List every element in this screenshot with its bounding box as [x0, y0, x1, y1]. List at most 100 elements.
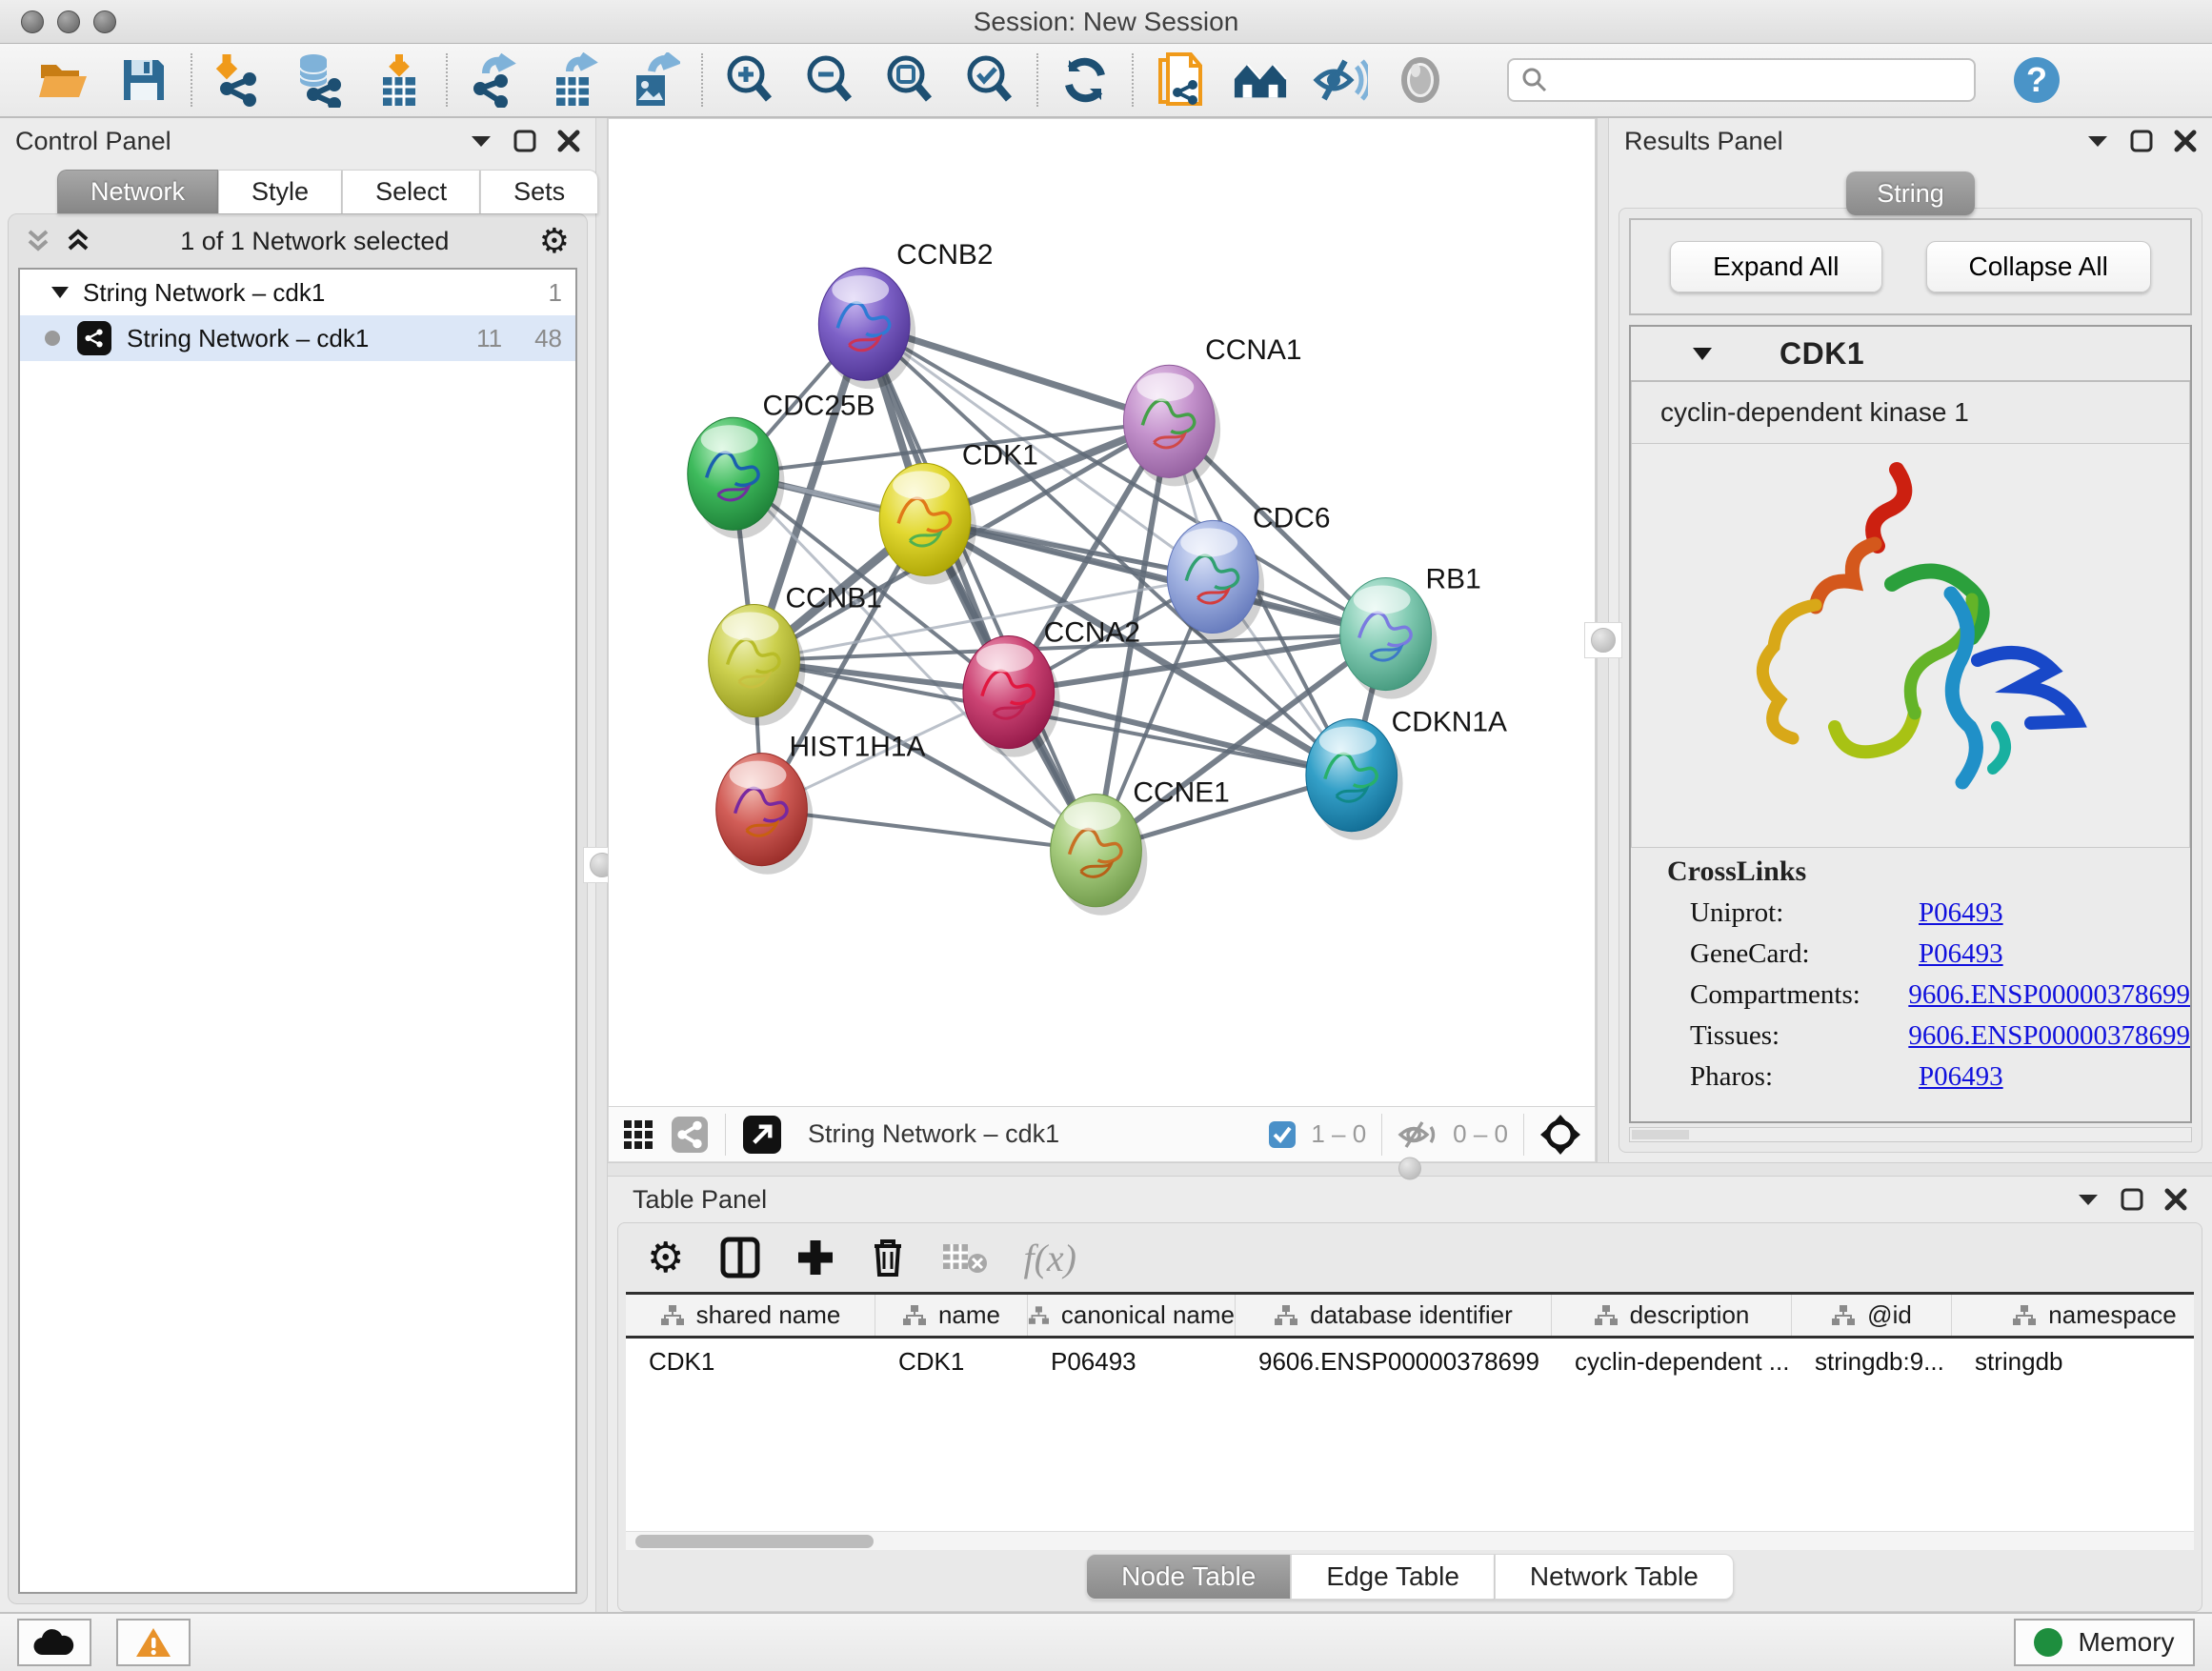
warning-status-button[interactable] [116, 1619, 191, 1666]
network-node-ccnb2[interactable]: CCNB2 [818, 239, 993, 389]
search-input[interactable] [1557, 67, 1962, 94]
zoom-in-button[interactable] [722, 52, 777, 108]
close-window-button[interactable] [21, 10, 44, 33]
search-field[interactable] [1507, 58, 1976, 102]
tab-sets[interactable]: Sets [480, 170, 598, 213]
table-panel-menu-icon[interactable] [2077, 1192, 2100, 1207]
network-node-ccne1[interactable]: CCNE1 [1051, 777, 1230, 916]
network-edge[interactable] [864, 324, 1096, 851]
protein-section-header[interactable]: CDK1 [1631, 327, 2190, 382]
network-node-cdc25b[interactable]: CDC25B [688, 390, 875, 538]
show-columns-icon[interactable] [720, 1237, 760, 1278]
birds-eye-view-icon[interactable] [622, 1118, 654, 1151]
column-header-database-identifier[interactable]: database identifier [1236, 1295, 1552, 1336]
table-horizontal-scrollbar[interactable] [626, 1531, 2194, 1550]
cloud-status-button[interactable] [17, 1619, 91, 1666]
zoom-window-button[interactable] [93, 10, 116, 33]
string-home-button[interactable] [1233, 52, 1288, 108]
pan-crosshair-icon[interactable] [1539, 1114, 1581, 1156]
import-network-database-button[interactable] [292, 52, 347, 108]
control-panel-close-icon[interactable] [557, 130, 580, 152]
export-network-button[interactable] [467, 52, 522, 108]
string-import-button[interactable] [1153, 52, 1208, 108]
results-scrollbar[interactable] [1629, 1127, 2192, 1142]
crosslink-link[interactable]: 9606.ENSP00000378699 [1908, 979, 2190, 1011]
save-session-button[interactable] [116, 52, 171, 108]
collapse-all-networks-icon[interactable] [26, 228, 50, 254]
minimize-window-button[interactable] [57, 10, 80, 33]
tab-edge-table[interactable]: Edge Table [1291, 1554, 1495, 1600]
help-button[interactable]: ? [2012, 55, 2061, 105]
tab-network[interactable]: Network [57, 170, 218, 213]
zoom-fit-button[interactable] [882, 52, 937, 108]
import-table-button[interactable] [372, 52, 427, 108]
enhanced-graphics-button[interactable] [1313, 52, 1368, 108]
table-cell[interactable]: stringdb:9... [1792, 1347, 1952, 1377]
results-panel-float-icon[interactable] [2130, 130, 2153, 152]
network-node-rb1[interactable]: RB1 [1340, 563, 1481, 698]
column-header-canonical-name[interactable]: canonical name [1028, 1295, 1236, 1336]
network-canvas[interactable]: CCNB2CCNA1CDC25BCDK1CDC6RB1CCNB1CCNA2CDK… [608, 118, 1596, 1107]
network-share-icon[interactable] [672, 1117, 708, 1153]
network-edge[interactable] [1009, 693, 1352, 775]
zoom-selected-button[interactable] [962, 52, 1017, 108]
export-table-button[interactable] [547, 52, 602, 108]
tab-string[interactable]: String [1846, 171, 1975, 215]
tab-style[interactable]: Style [218, 170, 342, 213]
hide-graphics-button[interactable] [1393, 52, 1448, 108]
right-splitter-handle[interactable] [1584, 622, 1622, 658]
control-panel-menu-icon[interactable] [470, 133, 493, 149]
table-cell[interactable]: cyclin-dependent ... [1552, 1347, 1792, 1377]
crosslink-link[interactable]: P06493 [1919, 897, 2003, 929]
control-panel-float-icon[interactable] [513, 130, 536, 152]
network-node-cdc6[interactable]: CDC6 [1167, 502, 1330, 641]
network-collection-row[interactable]: String Network – cdk1 1 [20, 270, 575, 315]
column-header-name[interactable]: name [875, 1295, 1028, 1336]
table-cell[interactable]: CDK1 [626, 1347, 875, 1377]
collapse-all-button[interactable]: Collapse All [1926, 241, 2151, 292]
network-node-ccnb1[interactable]: CCNB1 [709, 582, 882, 725]
open-session-button[interactable] [36, 52, 91, 108]
table-splitter-handle[interactable] [1392, 1162, 1428, 1177]
table-cell[interactable]: P06493 [1028, 1347, 1236, 1377]
selected-nodes-checkbox[interactable] [1269, 1121, 1296, 1148]
network-node-cdkn1a[interactable]: CDKN1A [1306, 707, 1507, 840]
network-node-hist1h1a[interactable]: HIST1H1A [716, 732, 926, 875]
right-splitter[interactable] [1597, 118, 1609, 1162]
column-header-description[interactable]: description [1552, 1295, 1792, 1336]
table-options-gear-icon[interactable]: ⚙ [647, 1234, 684, 1282]
table-panel-float-icon[interactable] [2121, 1188, 2143, 1211]
results-panel-menu-icon[interactable] [2086, 133, 2109, 149]
add-column-icon[interactable] [796, 1238, 835, 1277]
column-header-shared-name[interactable]: shared name [626, 1295, 875, 1336]
column-header-namespace[interactable]: namespace [1952, 1295, 2194, 1336]
table-panel-close-icon[interactable] [2164, 1188, 2187, 1211]
left-splitter[interactable] [595, 118, 608, 1612]
table-row[interactable]: CDK1CDK1P064939606.ENSP00000378699cyclin… [626, 1339, 2194, 1384]
table-cell[interactable]: CDK1 [875, 1347, 1028, 1377]
export-image-button[interactable] [627, 52, 682, 108]
network-row[interactable]: String Network – cdk1 11 48 [20, 315, 575, 361]
expand-all-networks-icon[interactable] [66, 228, 90, 254]
expand-all-button[interactable]: Expand All [1670, 241, 1881, 292]
protein-collapse-icon[interactable] [1692, 347, 1713, 361]
crosslink-link[interactable]: P06493 [1919, 938, 2003, 970]
apply-layout-button[interactable] [1057, 52, 1113, 108]
crosslink-link[interactable]: 9606.ENSP00000378699 [1908, 1020, 2190, 1052]
delete-column-icon[interactable] [871, 1237, 905, 1278]
network-options-gear-icon[interactable]: ⚙ [539, 221, 570, 261]
zoom-out-button[interactable] [802, 52, 857, 108]
table-splitter[interactable] [608, 1162, 2212, 1177]
tab-node-table[interactable]: Node Table [1086, 1554, 1291, 1600]
table-cell[interactable]: 9606.ENSP00000378699 [1236, 1347, 1552, 1377]
tab-select[interactable]: Select [342, 170, 480, 213]
results-panel-close-icon[interactable] [2174, 130, 2197, 152]
table-cell[interactable]: stringdb [1952, 1347, 2194, 1377]
memory-button[interactable]: Memory [2014, 1619, 2195, 1666]
tab-network-table[interactable]: Network Table [1495, 1554, 1734, 1600]
column-header--id[interactable]: @id [1792, 1295, 1952, 1336]
import-network-file-button[interactable] [211, 52, 267, 108]
open-in-window-icon[interactable] [743, 1116, 781, 1154]
crosslink-link[interactable]: P06493 [1919, 1061, 2003, 1093]
tree-expand-icon[interactable] [50, 286, 70, 299]
